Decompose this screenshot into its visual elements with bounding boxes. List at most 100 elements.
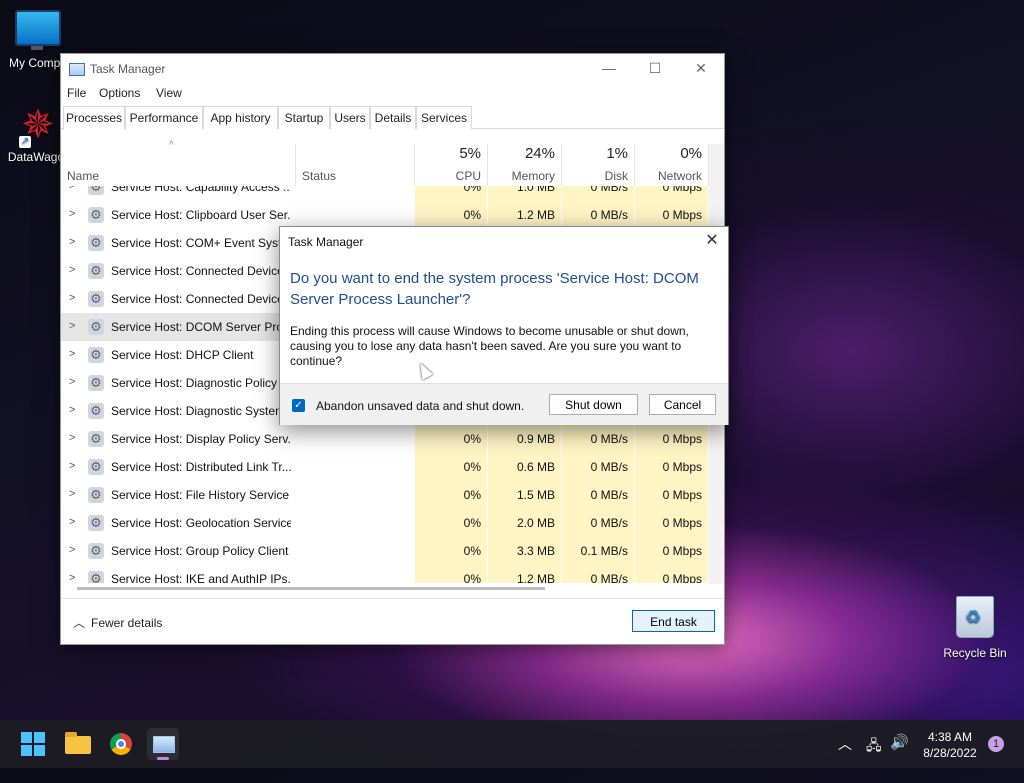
gear-icon: ⚙ bbox=[88, 515, 104, 531]
volume-icon[interactable]: 🔊 bbox=[890, 733, 909, 781]
process-name: Service Host: Diagnostic System bbox=[111, 404, 286, 418]
shut-down-button[interactable]: Shut down bbox=[549, 394, 638, 415]
table-row[interactable]: > ⚙ Service Host: Group Policy Client 0% 3.3… bbox=[61, 537, 709, 565]
maximize-button[interactable]: ☐ bbox=[632, 54, 678, 82]
memory-value: 1.2 MB bbox=[488, 565, 561, 583]
table-row[interactable]: > ⚙ Service Host: Capability Access ... 0% 1… bbox=[61, 186, 709, 201]
menu-options[interactable]: Options bbox=[99, 86, 140, 100]
file-explorer-button[interactable] bbox=[62, 728, 94, 760]
notification-badge[interactable]: 1 bbox=[988, 736, 1004, 752]
process-name: Service Host: Capability Access ... bbox=[111, 186, 291, 194]
tab-details[interactable]: Details bbox=[370, 106, 416, 129]
task-manager-taskbar-button[interactable] bbox=[147, 728, 179, 760]
menu-file[interactable]: File bbox=[67, 86, 86, 100]
fewer-details-button[interactable]: ︿ Fewer details bbox=[73, 614, 162, 631]
gear-icon: ⚙ bbox=[88, 319, 104, 335]
process-name: Service Host: Display Policy Serv... bbox=[111, 432, 291, 446]
tab-startup[interactable]: Startup bbox=[278, 106, 330, 129]
chevron-right-icon[interactable]: > bbox=[69, 292, 75, 304]
start-button[interactable] bbox=[17, 728, 49, 760]
process-name: Service Host: Geolocation Service bbox=[111, 516, 291, 530]
chevron-right-icon[interactable]: > bbox=[69, 264, 75, 276]
column-header-disk[interactable]: 1% Disk bbox=[562, 144, 635, 186]
chevron-right-icon[interactable]: > bbox=[69, 208, 75, 220]
chevron-right-icon[interactable]: > bbox=[69, 236, 75, 248]
column-status-label: Status bbox=[302, 169, 337, 183]
tab-performance[interactable]: Performance bbox=[125, 106, 203, 129]
chevron-right-icon[interactable]: > bbox=[69, 432, 75, 444]
process-name: Service Host: DCOM Server Proc bbox=[111, 320, 290, 334]
column-header-name[interactable]: ^ Name bbox=[61, 140, 296, 186]
process-name: Service Host: Group Policy Client bbox=[111, 544, 289, 558]
network-value: 0 Mbps bbox=[635, 509, 708, 537]
fewer-details-label: Fewer details bbox=[91, 616, 163, 630]
table-row[interactable]: > ⚙ Service Host: Display Policy Serv... 0%… bbox=[61, 425, 709, 453]
gear-icon: ⚙ bbox=[88, 291, 104, 307]
table-row[interactable]: > ⚙ Service Host: File History Service 0% 1.… bbox=[61, 481, 709, 509]
disk-value: 0 MB/s bbox=[562, 481, 634, 509]
cpu-label: CPU bbox=[455, 169, 481, 183]
column-header-network[interactable]: 0% Network bbox=[635, 144, 709, 186]
desktop-icon-label: Recycle Bin bbox=[943, 646, 1007, 660]
chevron-right-icon[interactable]: > bbox=[69, 488, 75, 500]
table-row[interactable]: > ⚙ Service Host: IKE and AuthIP IPs... 0% 1… bbox=[61, 565, 709, 583]
app-shortcut-icon: ✵ ↗ bbox=[19, 103, 55, 148]
tab-processes[interactable]: Processes bbox=[63, 106, 125, 130]
end-task-button[interactable]: End task bbox=[632, 610, 715, 632]
menu-view[interactable]: View bbox=[156, 86, 182, 100]
tab-services[interactable]: Services bbox=[416, 106, 472, 129]
cpu-value: 0% bbox=[415, 186, 487, 201]
table-row[interactable]: > ⚙ Service Host: Distributed Link Tr... 0%… bbox=[61, 453, 709, 481]
tab-app-history[interactable]: App history bbox=[203, 106, 278, 129]
cpu-value: 0% bbox=[415, 537, 487, 565]
chevron-right-icon[interactable]: > bbox=[69, 572, 75, 583]
column-header-memory[interactable]: 24% Memory bbox=[488, 144, 562, 186]
chevron-right-icon[interactable]: > bbox=[69, 404, 75, 416]
show-hidden-icons-chevron-icon[interactable]: ︿ bbox=[838, 734, 852, 782]
disk-value: 0 MB/s bbox=[562, 425, 634, 453]
gear-icon: ⚙ bbox=[88, 263, 104, 279]
column-header-cpu[interactable]: 5% CPU bbox=[415, 144, 488, 186]
taskbar: ︿ 🖧 🔊 4:38 AM 8/28/2022 1 bbox=[0, 720, 1024, 768]
process-name: Service Host: File History Service bbox=[111, 488, 290, 502]
memory-value: 2.0 MB bbox=[488, 509, 561, 537]
network-icon[interactable]: 🖧 bbox=[866, 735, 882, 783]
chrome-icon bbox=[110, 733, 132, 755]
file-explorer-icon bbox=[65, 732, 91, 754]
process-name: Service Host: IKE and AuthIP IPs... bbox=[111, 572, 291, 583]
tab-users[interactable]: Users bbox=[330, 106, 370, 129]
minimize-button[interactable]: — bbox=[586, 54, 632, 82]
gear-icon: ⚙ bbox=[88, 207, 104, 223]
desktop-icon-recycle-bin[interactable]: Recycle Bin bbox=[937, 596, 1013, 660]
network-label: Network bbox=[657, 169, 702, 183]
table-row[interactable]: > ⚙ Service Host: Clipboard User Ser... 0% 1… bbox=[61, 201, 709, 229]
column-header-status[interactable]: Status bbox=[296, 144, 415, 186]
table-row[interactable]: > ⚙ Service Host: Geolocation Service 0% 2.0… bbox=[61, 509, 709, 537]
active-indicator bbox=[157, 757, 169, 760]
clock[interactable]: 4:38 AM 8/28/2022 bbox=[919, 729, 981, 777]
gear-icon: ⚙ bbox=[88, 487, 104, 503]
gear-icon: ⚙ bbox=[88, 571, 104, 583]
chevron-right-icon[interactable]: > bbox=[69, 348, 75, 360]
cancel-button[interactable]: Cancel bbox=[649, 394, 716, 415]
chrome-button[interactable] bbox=[105, 728, 137, 760]
network-value: 0 Mbps bbox=[635, 453, 708, 481]
dialog-heading: Do you want to end the system process 'S… bbox=[290, 270, 699, 308]
chevron-right-icon[interactable]: > bbox=[69, 460, 75, 472]
chevron-right-icon[interactable]: > bbox=[69, 376, 75, 388]
chevron-right-icon[interactable]: > bbox=[69, 516, 75, 528]
cpu-value: 0% bbox=[415, 565, 487, 583]
disk-label: Disk bbox=[604, 169, 628, 183]
chevron-right-icon[interactable]: > bbox=[69, 186, 75, 192]
title-bar[interactable]: Task Manager — ☐ ✕ bbox=[61, 54, 724, 82]
chevron-right-icon[interactable]: > bbox=[69, 544, 75, 556]
scrollbar-thumb[interactable] bbox=[77, 587, 545, 590]
gear-icon: ⚙ bbox=[88, 347, 104, 363]
horizontal-scrollbar[interactable] bbox=[61, 584, 724, 594]
dialog-close-button[interactable]: ✕ bbox=[700, 231, 724, 251]
chevron-right-icon[interactable]: > bbox=[69, 320, 75, 332]
abandon-data-label[interactable]: Abandon unsaved data and shut down. bbox=[316, 399, 524, 413]
abandon-data-checkbox[interactable]: ✓ bbox=[292, 399, 305, 412]
close-button[interactable]: ✕ bbox=[678, 54, 724, 82]
gear-icon: ⚙ bbox=[88, 459, 104, 475]
